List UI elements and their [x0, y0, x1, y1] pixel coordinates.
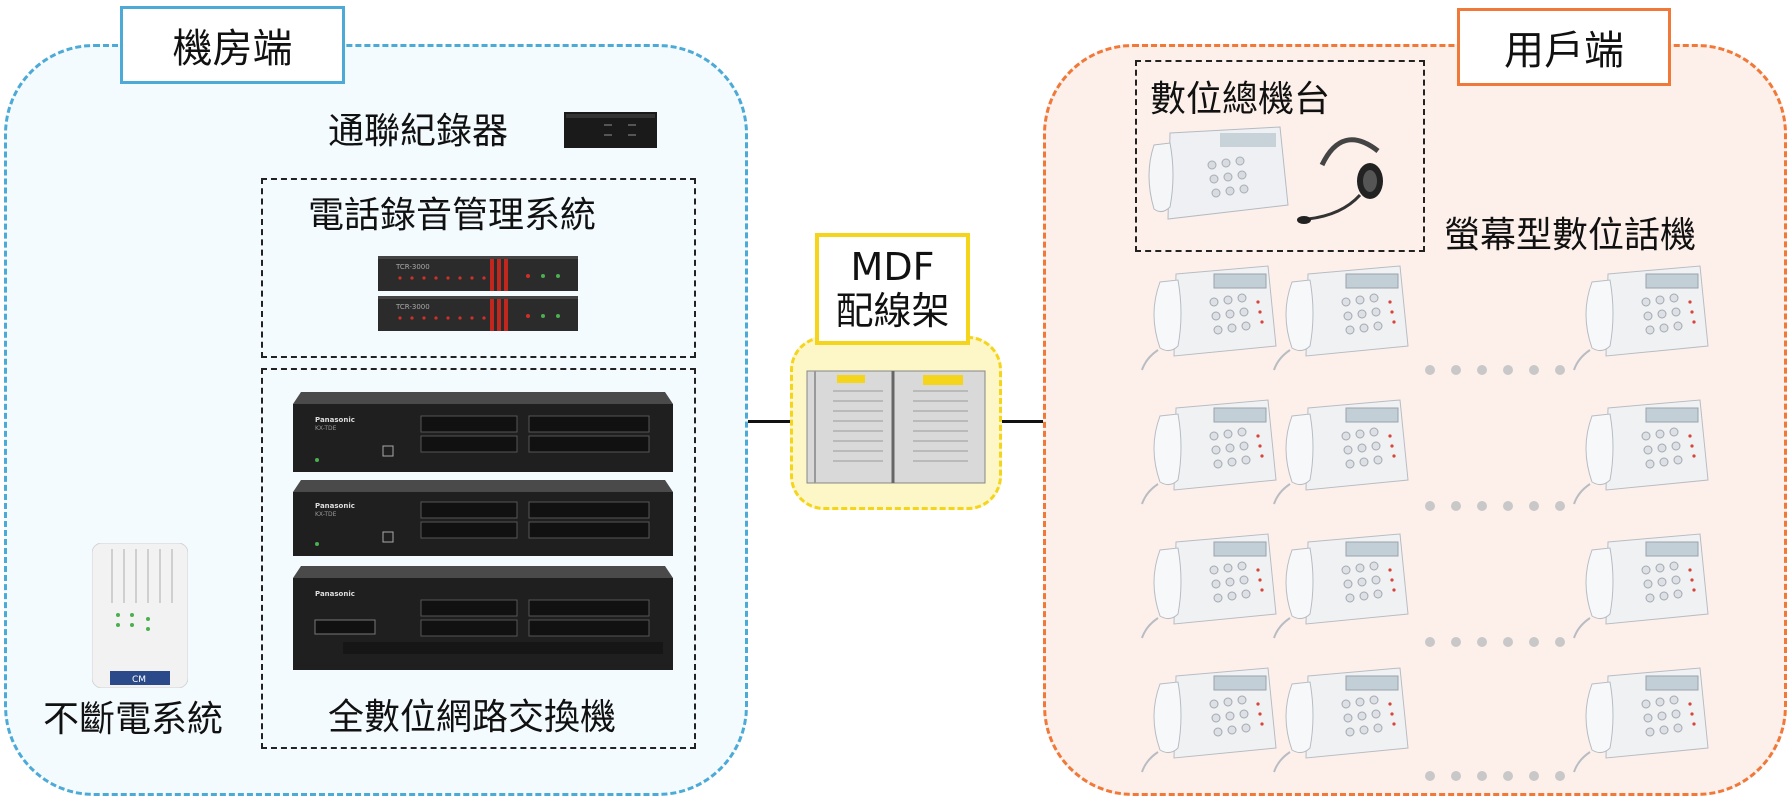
mdf-subtitle: 配線架: [835, 289, 950, 333]
screen-phone-label: 螢幕型數位話機: [1444, 215, 1697, 256]
server-room-title: 機房端: [120, 6, 345, 84]
phone-r2c2: [1273, 399, 1409, 505]
phone-r3c1: [1141, 533, 1277, 639]
svg-text:Panasonic: Panasonic: [315, 590, 355, 598]
svg-text:KX-TDE: KX-TDE: [315, 511, 337, 518]
phone-r1c3: [1573, 265, 1709, 371]
mdf-frame-photo: [806, 370, 986, 484]
svg-text:CM: CM: [132, 675, 146, 685]
svg-text:KX-TDE: KX-TDE: [315, 425, 337, 432]
phone-r4c3: [1573, 667, 1709, 773]
call-recorder-device: [564, 112, 657, 148]
phone-grid: [1141, 265, 1709, 781]
pbx-stack: Panasonic KX-TDE Panasonic KX-TDE Panaso…: [293, 392, 673, 670]
mdf-title: MDF: [850, 245, 935, 289]
svg-text:TCR-3000: TCR-3000: [395, 263, 430, 271]
user-side-title: 用戶端: [1457, 8, 1671, 86]
svg-text:TCR-3000: TCR-3000: [395, 303, 430, 311]
phone-r3c3: [1573, 533, 1709, 639]
headset-icon: [1297, 137, 1383, 224]
ups-device: CM: [92, 543, 188, 688]
recorder-unit-1: TCR-3000: [378, 256, 578, 291]
phone-r2c3: [1573, 399, 1709, 505]
phone-r2c1: [1141, 399, 1277, 505]
pbx-label: 全數位網路交換機: [328, 697, 617, 738]
phone-r1c2: [1273, 265, 1409, 371]
recording-system-label: 電話錄音管理系統: [308, 195, 597, 236]
console-phone-icon: [1148, 126, 1289, 220]
connector-right: [1000, 420, 1043, 423]
phone-r1c1: [1141, 265, 1277, 371]
connector-left: [748, 420, 792, 423]
call-recorder-label: 通聯紀錄器: [328, 111, 509, 152]
svg-text:Panasonic: Panasonic: [315, 502, 355, 510]
mdf-title-box: MDF 配線架: [815, 233, 970, 345]
mdf-panel: [790, 336, 1002, 510]
phone-r4c1: [1141, 667, 1277, 773]
ups-label: 不斷電系統: [43, 699, 224, 740]
svg-text:Panasonic: Panasonic: [315, 416, 355, 424]
recorder-unit-2: TCR-3000: [378, 296, 578, 331]
ellipsis-dots: [1425, 365, 1565, 781]
phone-r3c2: [1273, 533, 1409, 639]
phone-r4c2: [1273, 667, 1409, 773]
